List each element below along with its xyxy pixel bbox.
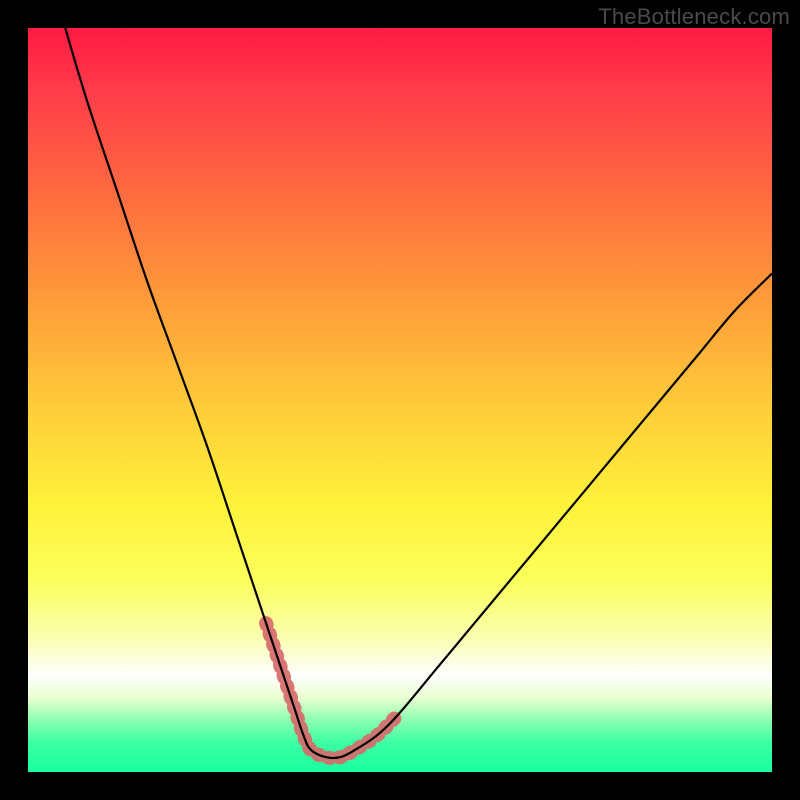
chart-plot-area (28, 28, 772, 772)
tolerance-band (266, 623, 400, 758)
chart-svg (28, 28, 772, 772)
bottleneck-curve (65, 28, 772, 758)
watermark-text: TheBottleneck.com (598, 4, 790, 30)
